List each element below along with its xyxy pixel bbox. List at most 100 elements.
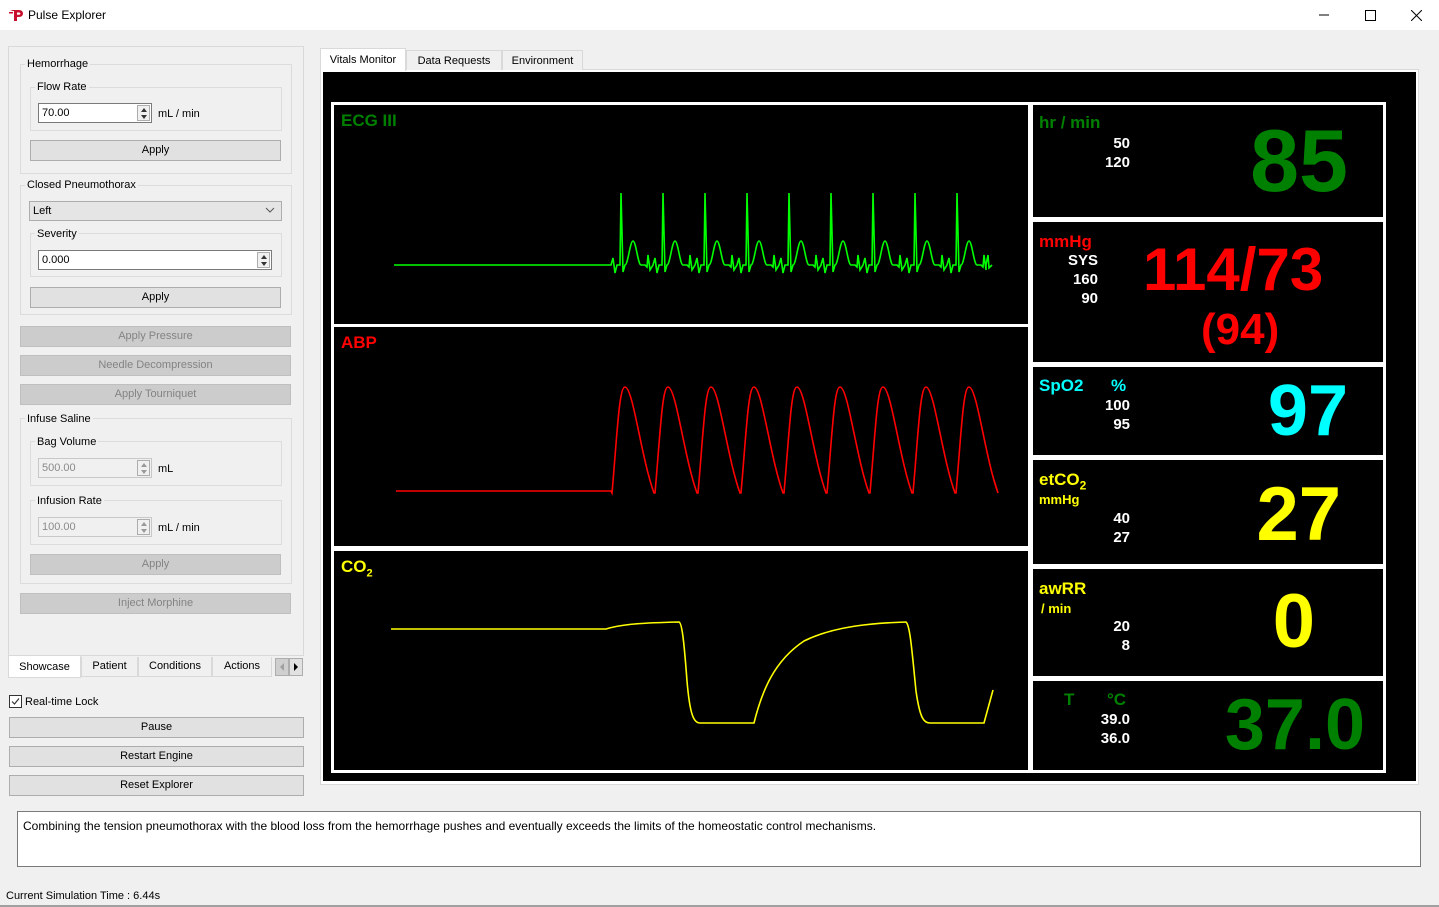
scenario-description-box: Combining the tension pneumothorax with …: [17, 811, 1421, 867]
realtime-lock-label: Real-time Lock: [25, 696, 99, 708]
awrr-limit-low: 8: [1121, 637, 1130, 654]
bp-limit-low: 90: [1081, 290, 1098, 307]
bp-label: mmHg: [1039, 232, 1092, 251]
chevron-down-icon: [265, 207, 275, 213]
spo2-vital: SpO2 % 100 95 97: [1030, 364, 1386, 458]
infusion-rate-input[interactable]: 100.00: [38, 517, 152, 537]
ecg-panel: ECG III: [331, 102, 1031, 327]
close-icon: [1410, 9, 1422, 21]
close-button[interactable]: [1393, 0, 1439, 30]
bp-sys-label: SYS: [1067, 252, 1098, 269]
temp-unit: °C: [1107, 690, 1127, 709]
temp-limit-low: 36.0: [1100, 730, 1130, 747]
etco2-label: etCO2: [1039, 470, 1087, 493]
flow-rate-label: Flow Rate: [35, 81, 89, 93]
maximize-icon: [1364, 9, 1376, 21]
infusion-rate-label: Infusion Rate: [35, 495, 104, 507]
hr-vital: hr / min 50 120 85: [1030, 102, 1386, 220]
hemorrhage-apply-button[interactable]: Apply: [30, 140, 281, 161]
etco2-unit: mmHg: [1039, 492, 1080, 507]
bp-value: 114/73: [1143, 236, 1324, 303]
spo2-label: SpO2: [1039, 376, 1084, 395]
tab-actions[interactable]: Actions: [212, 657, 272, 677]
spo2-value: 97: [1267, 371, 1348, 451]
vitals-monitor: ECG III ABP CO2 hr / min 50 120 85 mmHg …: [323, 72, 1416, 781]
bag-volume-input[interactable]: 500.00: [38, 458, 152, 478]
scenario-description: Combining the tension pneumothorax with …: [23, 819, 877, 833]
tab-data-requests[interactable]: Data Requests: [406, 50, 502, 70]
flow-rate-input[interactable]: 70.00: [38, 103, 152, 123]
arrow-left-icon: [280, 663, 284, 671]
pneumothorax-title: Closed Pneumothorax: [25, 179, 138, 191]
awrr-limit-high: 20: [1113, 618, 1130, 635]
bp-mean-value: (94): [1201, 305, 1280, 354]
awrr-value: 0: [1272, 579, 1315, 664]
flow-rate-stepper[interactable]: [137, 105, 150, 121]
arrow-right-icon: [294, 663, 298, 671]
title-bar: Pulse Explorer: [0, 0, 1439, 30]
infusion-rate-stepper[interactable]: [137, 519, 150, 535]
hr-value: 85: [1250, 111, 1348, 210]
etco2-limit-high: 40: [1113, 510, 1130, 527]
tab-conditions[interactable]: Conditions: [138, 657, 212, 677]
co2-panel: CO2: [331, 548, 1031, 773]
apply-pressure-button[interactable]: Apply Pressure: [20, 326, 291, 347]
tab-showcase[interactable]: Showcase: [8, 656, 81, 678]
temp-limit-high: 39.0: [1100, 711, 1130, 728]
hr-limit-low: 120: [1104, 154, 1130, 171]
window-title: Pulse Explorer: [28, 8, 107, 22]
inject-morphine-button[interactable]: Inject Morphine: [20, 593, 291, 614]
tab-scroll-right-button[interactable]: [289, 658, 303, 676]
pneumothorax-side-select[interactable]: Left: [29, 201, 282, 221]
temp-vital: T °C 39.0 36.0 37.0: [1030, 678, 1386, 773]
simulation-time-status: Current Simulation Time : 6.44s: [6, 890, 161, 902]
temp-label: T: [1064, 690, 1075, 709]
hr-label: hr / min: [1039, 113, 1101, 132]
pause-button[interactable]: Pause: [9, 717, 304, 738]
tab-environment[interactable]: Environment: [502, 50, 583, 70]
severity-stepper[interactable]: [257, 252, 270, 268]
abp-panel: ABP: [331, 324, 1031, 549]
awrr-unit: / min: [1041, 601, 1072, 616]
checkmark-icon: [11, 698, 20, 705]
abp-waveform: [396, 386, 999, 496]
bag-volume-unit: mL: [158, 463, 174, 475]
maximize-button[interactable]: [1347, 0, 1393, 30]
needle-decompression-button[interactable]: Needle Decompression: [20, 355, 291, 376]
spo2-unit: %: [1111, 376, 1127, 395]
minimize-button[interactable]: [1301, 0, 1347, 30]
bp-limit-high: 160: [1072, 271, 1098, 288]
tab-patient[interactable]: Patient: [81, 657, 138, 677]
bag-volume-label: Bag Volume: [35, 436, 99, 448]
hemorrhage-title: Hemorrhage: [25, 58, 91, 70]
minimize-icon: [1319, 14, 1329, 16]
bag-volume-stepper[interactable]: [137, 460, 150, 476]
spo2-limit-high: 100: [1104, 397, 1130, 414]
etco2-value: 27: [1256, 472, 1341, 557]
pneumothorax-apply-button[interactable]: Apply: [30, 287, 281, 308]
infusion-rate-unit: mL / min: [158, 522, 200, 534]
severity-label: Severity: [35, 228, 79, 240]
saline-apply-button[interactable]: Apply: [30, 554, 281, 575]
severity-input[interactable]: 0.000: [38, 250, 272, 270]
realtime-lock-checkbox[interactable]: [9, 695, 22, 708]
tab-scroll-left-button[interactable]: [275, 658, 289, 676]
bp-vital: mmHg SYS 160 90 114/73 (94): [1030, 219, 1386, 365]
etco2-vital: etCO2 mmHg 40 27 27: [1030, 457, 1386, 567]
reset-explorer-button[interactable]: Reset Explorer: [9, 775, 304, 796]
awrr-label: awRR: [1039, 579, 1087, 598]
abp-trace: [396, 386, 999, 496]
ecg-waveform: [394, 192, 993, 274]
tab-vitals-monitor[interactable]: Vitals Monitor: [320, 48, 406, 71]
pulse-logo-icon: [9, 10, 23, 21]
ecg-trace: [394, 192, 993, 274]
spo2-limit-low: 95: [1113, 416, 1130, 433]
restart-engine-button[interactable]: Restart Engine: [9, 746, 304, 767]
apply-tourniquet-button[interactable]: Apply Tourniquet: [20, 384, 291, 405]
co2-waveform: [391, 621, 994, 724]
saline-title: Infuse Saline: [25, 413, 93, 425]
temp-value: 37.0: [1224, 685, 1365, 765]
co2-trace: [391, 621, 994, 724]
flow-rate-unit: mL / min: [158, 108, 200, 120]
awrr-vital: awRR / min 20 8 0: [1030, 566, 1386, 679]
